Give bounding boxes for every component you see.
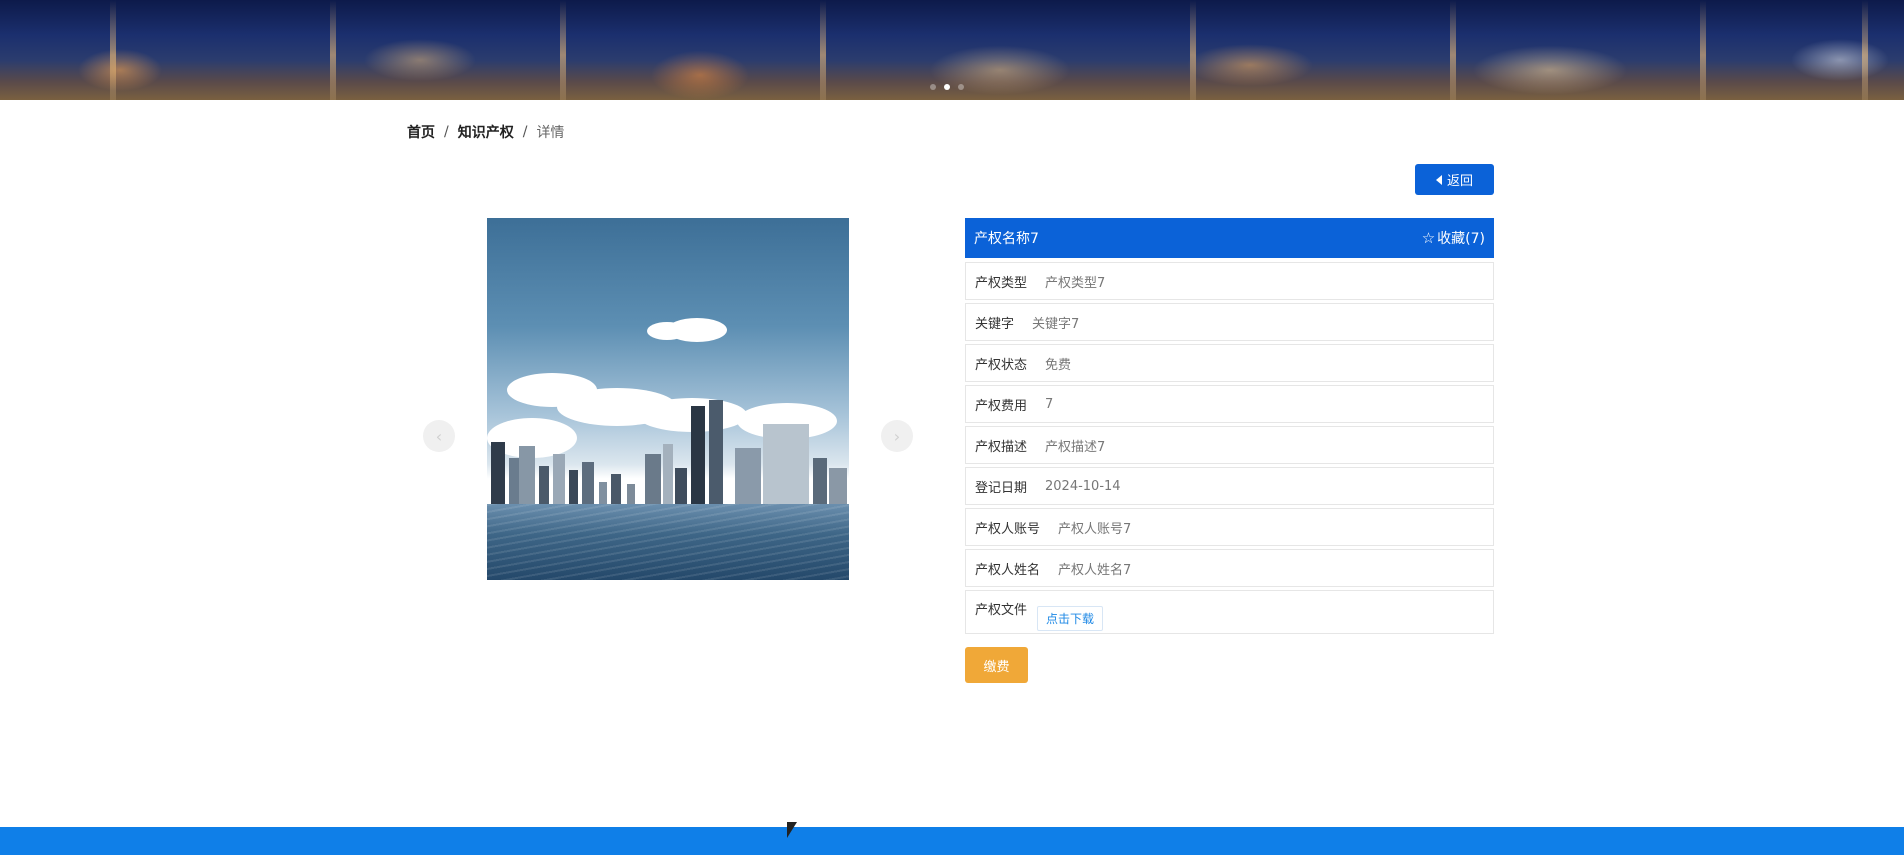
building — [645, 454, 661, 504]
detail-row: 产权状态 免费 — [965, 344, 1494, 382]
building — [763, 424, 809, 504]
breadcrumb: 首页 / 知识产权 / 详情 — [407, 122, 564, 142]
detail-row-label: 产权费用 — [975, 398, 1028, 414]
pay-button[interactable]: 缴费 — [965, 647, 1028, 683]
favorite-label: 收藏(7) — [1437, 231, 1485, 247]
detail-row-value: 2024-10-14 — [1045, 478, 1121, 494]
star-icon: ☆ — [1421, 228, 1436, 247]
detail-row: 登记日期 2024-10-14 — [965, 467, 1494, 505]
back-button[interactable]: 返回 — [1415, 164, 1494, 195]
detail-row: 产权人账号 产权人账号7 — [965, 508, 1494, 546]
building — [569, 470, 578, 504]
banner-dot-2[interactable] — [944, 84, 950, 90]
breadcrumb-section[interactable]: 知识产权 — [458, 122, 514, 142]
building — [611, 474, 621, 504]
building — [539, 466, 549, 504]
light-streak — [330, 0, 336, 100]
favorite-button[interactable]: ☆ 收藏(7) — [1422, 228, 1485, 248]
top-banner — [0, 0, 1904, 100]
breadcrumb-separator: / — [444, 124, 449, 140]
banner-dot-1[interactable] — [930, 84, 936, 90]
water — [487, 504, 849, 580]
detail-row-label: 关键字 — [975, 316, 1015, 332]
detail-row-label: 产权状态 — [975, 357, 1028, 373]
light-streak — [1190, 0, 1196, 100]
building — [691, 406, 705, 504]
back-button-label: 返回 — [1446, 174, 1473, 189]
detail-row-label: 登记日期 — [975, 480, 1028, 496]
light-streak — [820, 0, 826, 100]
light-streak — [1700, 0, 1706, 100]
detail-row-label: 产权描述 — [975, 439, 1028, 455]
building — [519, 446, 535, 504]
light-streak — [560, 0, 566, 100]
building — [627, 484, 635, 504]
download-button[interactable]: 点击下载 — [1037, 606, 1104, 631]
banner-indicators — [930, 84, 964, 90]
light-streak — [110, 0, 116, 100]
detail-rows: 产权类型 产权类型7 关键字 关键字7 产权状态 免费 产权费用 7 产权描述 … — [965, 262, 1494, 637]
detail-row-value: 免费 — [1045, 357, 1072, 373]
footer-bar — [0, 827, 1904, 855]
chevron-left-icon: ‹ — [435, 426, 443, 446]
detail-row-value: 7 — [1045, 396, 1054, 412]
detail-header: 产权名称7 ☆ 收藏(7) — [965, 218, 1494, 258]
building — [735, 448, 761, 504]
detail-row-value: 关键字7 — [1032, 316, 1080, 332]
detail-row-value: 产权人姓名7 — [1058, 562, 1132, 578]
breadcrumb-current: 详情 — [536, 125, 565, 141]
mouse-cursor-icon — [787, 822, 797, 838]
banner-dot-3[interactable] — [958, 84, 964, 90]
breadcrumb-home[interactable]: 首页 — [407, 122, 435, 142]
building — [813, 458, 827, 504]
detail-row-label: 产权类型 — [975, 275, 1028, 291]
light-streak — [1450, 0, 1456, 100]
building — [709, 400, 723, 504]
detail-row-value: 产权描述7 — [1045, 439, 1106, 455]
file-label: 产权文件 — [975, 603, 1028, 618]
detail-row-label: 产权人姓名 — [975, 562, 1041, 578]
detail-row-value: 产权人账号7 — [1058, 521, 1132, 537]
detail-row-label: 产权人账号 — [975, 521, 1041, 537]
building — [829, 468, 847, 504]
product-image — [487, 218, 849, 580]
chevron-right-icon: › — [893, 426, 901, 446]
building — [675, 468, 687, 504]
caret-left-icon — [1435, 174, 1442, 185]
detail-row: 产权人姓名 产权人姓名7 — [965, 549, 1494, 587]
breadcrumb-separator: / — [522, 124, 528, 140]
carousel-next-button[interactable]: › — [881, 420, 913, 452]
detail-row: 产权描述 产权描述7 — [965, 426, 1494, 464]
detail-title: 产权名称7 — [974, 231, 1039, 247]
cloud — [647, 322, 687, 340]
building — [553, 454, 565, 504]
building — [582, 462, 594, 504]
light-streak — [1862, 0, 1868, 100]
building — [491, 442, 505, 504]
building — [509, 458, 519, 504]
building — [599, 482, 607, 504]
detail-row-value: 产权类型7 — [1045, 275, 1106, 291]
detail-row: 产权费用 7 — [965, 385, 1494, 423]
carousel-prev-button[interactable]: ‹ — [423, 420, 455, 452]
detail-row: 关键字 关键字7 — [965, 303, 1494, 341]
detail-row: 产权类型 产权类型7 — [965, 262, 1494, 300]
detail-row-file: 产权文件 点击下载 — [965, 590, 1494, 634]
building — [663, 444, 673, 504]
